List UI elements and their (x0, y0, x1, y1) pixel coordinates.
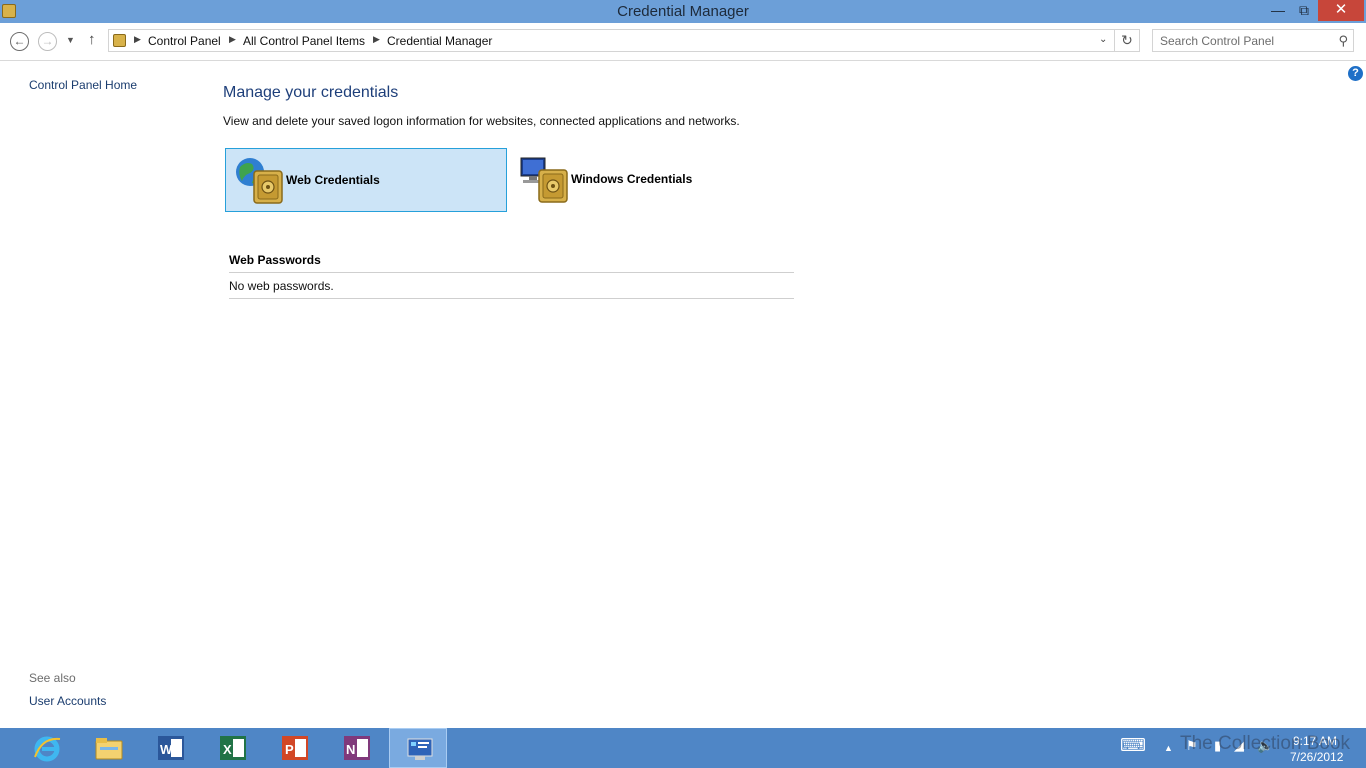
taskbar-excel[interactable]: X (203, 728, 261, 768)
chevron-down-icon: ⌄ (1099, 34, 1108, 45)
taskbar-onenote[interactable]: N (327, 728, 385, 768)
user-accounts-link[interactable]: User Accounts (29, 694, 106, 708)
refresh-button[interactable]: ↻ (1115, 29, 1140, 52)
taskbar: W X P N ⌨ ▲ ⚑ ▮ ◢ 🔈 9:17 AM 7/26/2012 (0, 728, 1366, 768)
breadcrumb-separator-icon[interactable]: ▶ (373, 34, 380, 45)
restore-icon: ⧉ (1299, 2, 1309, 18)
navigation-bar: ← → ▼ ↑ ▶ Control Panel ▶ All Control Pa… (0, 23, 1366, 61)
svg-text:W: W (160, 742, 173, 757)
taskbar-control-panel[interactable] (389, 728, 447, 768)
powerpoint-icon: P (282, 736, 308, 760)
empty-state-message: No web passwords. (229, 279, 334, 293)
web-credentials-tile[interactable]: Web Credentials (225, 148, 507, 212)
minimize-icon: — (1271, 2, 1285, 18)
windows-credentials-tile[interactable]: Windows Credentials (511, 148, 793, 212)
title-bar: Credential Manager — ⧉ ✕ (0, 0, 1366, 23)
breadcrumb-credential-manager[interactable]: Credential Manager (387, 34, 492, 48)
chevron-down-icon: ▼ (66, 35, 75, 45)
web-passwords-heading: Web Passwords (229, 253, 321, 267)
touch-keyboard-icon[interactable]: ⌨ (1120, 735, 1146, 756)
search-box[interactable]: ⚲ (1152, 29, 1354, 52)
help-icon[interactable]: ? (1348, 66, 1363, 81)
file-explorer-icon (95, 738, 123, 760)
web-credentials-label: Web Credentials (286, 173, 380, 187)
close-button[interactable]: ✕ (1318, 0, 1364, 21)
control-panel-home-link[interactable]: Control Panel Home (29, 78, 137, 92)
section-divider (229, 298, 794, 299)
onenote-icon: N (344, 736, 370, 760)
back-button[interactable]: ← (10, 32, 29, 51)
section-divider (229, 272, 794, 273)
page-title: Manage your credentials (223, 84, 399, 101)
web-credentials-vault-icon (236, 158, 283, 204)
svg-text:P: P (285, 742, 294, 757)
internet-explorer-icon (34, 736, 61, 762)
taskbar-file-explorer[interactable] (79, 728, 137, 768)
breadcrumb-separator-icon[interactable]: ▶ (134, 34, 141, 45)
watermark: The Collection Book (1180, 733, 1351, 754)
window-title: Credential Manager (617, 3, 749, 20)
svg-text:N: N (346, 742, 355, 757)
restore-button[interactable]: ⧉ (1292, 0, 1316, 21)
windows-credentials-vault-icon (520, 157, 568, 203)
search-icon[interactable]: ⚲ (1338, 33, 1348, 49)
word-icon: W (158, 736, 184, 760)
address-history-dropdown[interactable]: ⌄ (1099, 34, 1107, 45)
breadcrumb-separator-icon[interactable]: ▶ (229, 34, 236, 45)
close-icon: ✕ (1334, 1, 1348, 18)
excel-icon: X (220, 736, 246, 760)
svg-text:X: X (223, 742, 232, 757)
control-panel-icon (407, 738, 433, 760)
taskbar-internet-explorer[interactable] (17, 728, 75, 768)
page-description: View and delete your saved logon informa… (223, 114, 740, 128)
search-input[interactable] (1153, 30, 1333, 51)
taskbar-powerpoint[interactable]: P (265, 728, 323, 768)
minimize-button[interactable]: — (1266, 0, 1290, 21)
control-panel-location-icon (113, 34, 126, 47)
taskbar-word[interactable]: W (141, 728, 199, 768)
address-bar[interactable]: ▶ Control Panel ▶ All Control Panel Item… (108, 29, 1115, 52)
arrow-left-icon: ← (13, 34, 26, 48)
up-button[interactable]: ↑ (88, 31, 96, 48)
breadcrumb-control-panel[interactable]: Control Panel (148, 34, 221, 48)
see-also-label: See also (29, 671, 76, 685)
arrow-right-icon: → (41, 34, 54, 48)
show-hidden-icons-icon[interactable]: ▲ (1164, 743, 1173, 753)
recent-locations-button[interactable]: ▼ (66, 35, 75, 45)
breadcrumb-all-control-panel-items[interactable]: All Control Panel Items (243, 34, 365, 48)
windows-credentials-label: Windows Credentials (571, 172, 693, 186)
forward-button[interactable]: → (38, 32, 57, 51)
refresh-icon: ↻ (1121, 32, 1133, 48)
arrow-up-icon: ↑ (88, 31, 96, 48)
